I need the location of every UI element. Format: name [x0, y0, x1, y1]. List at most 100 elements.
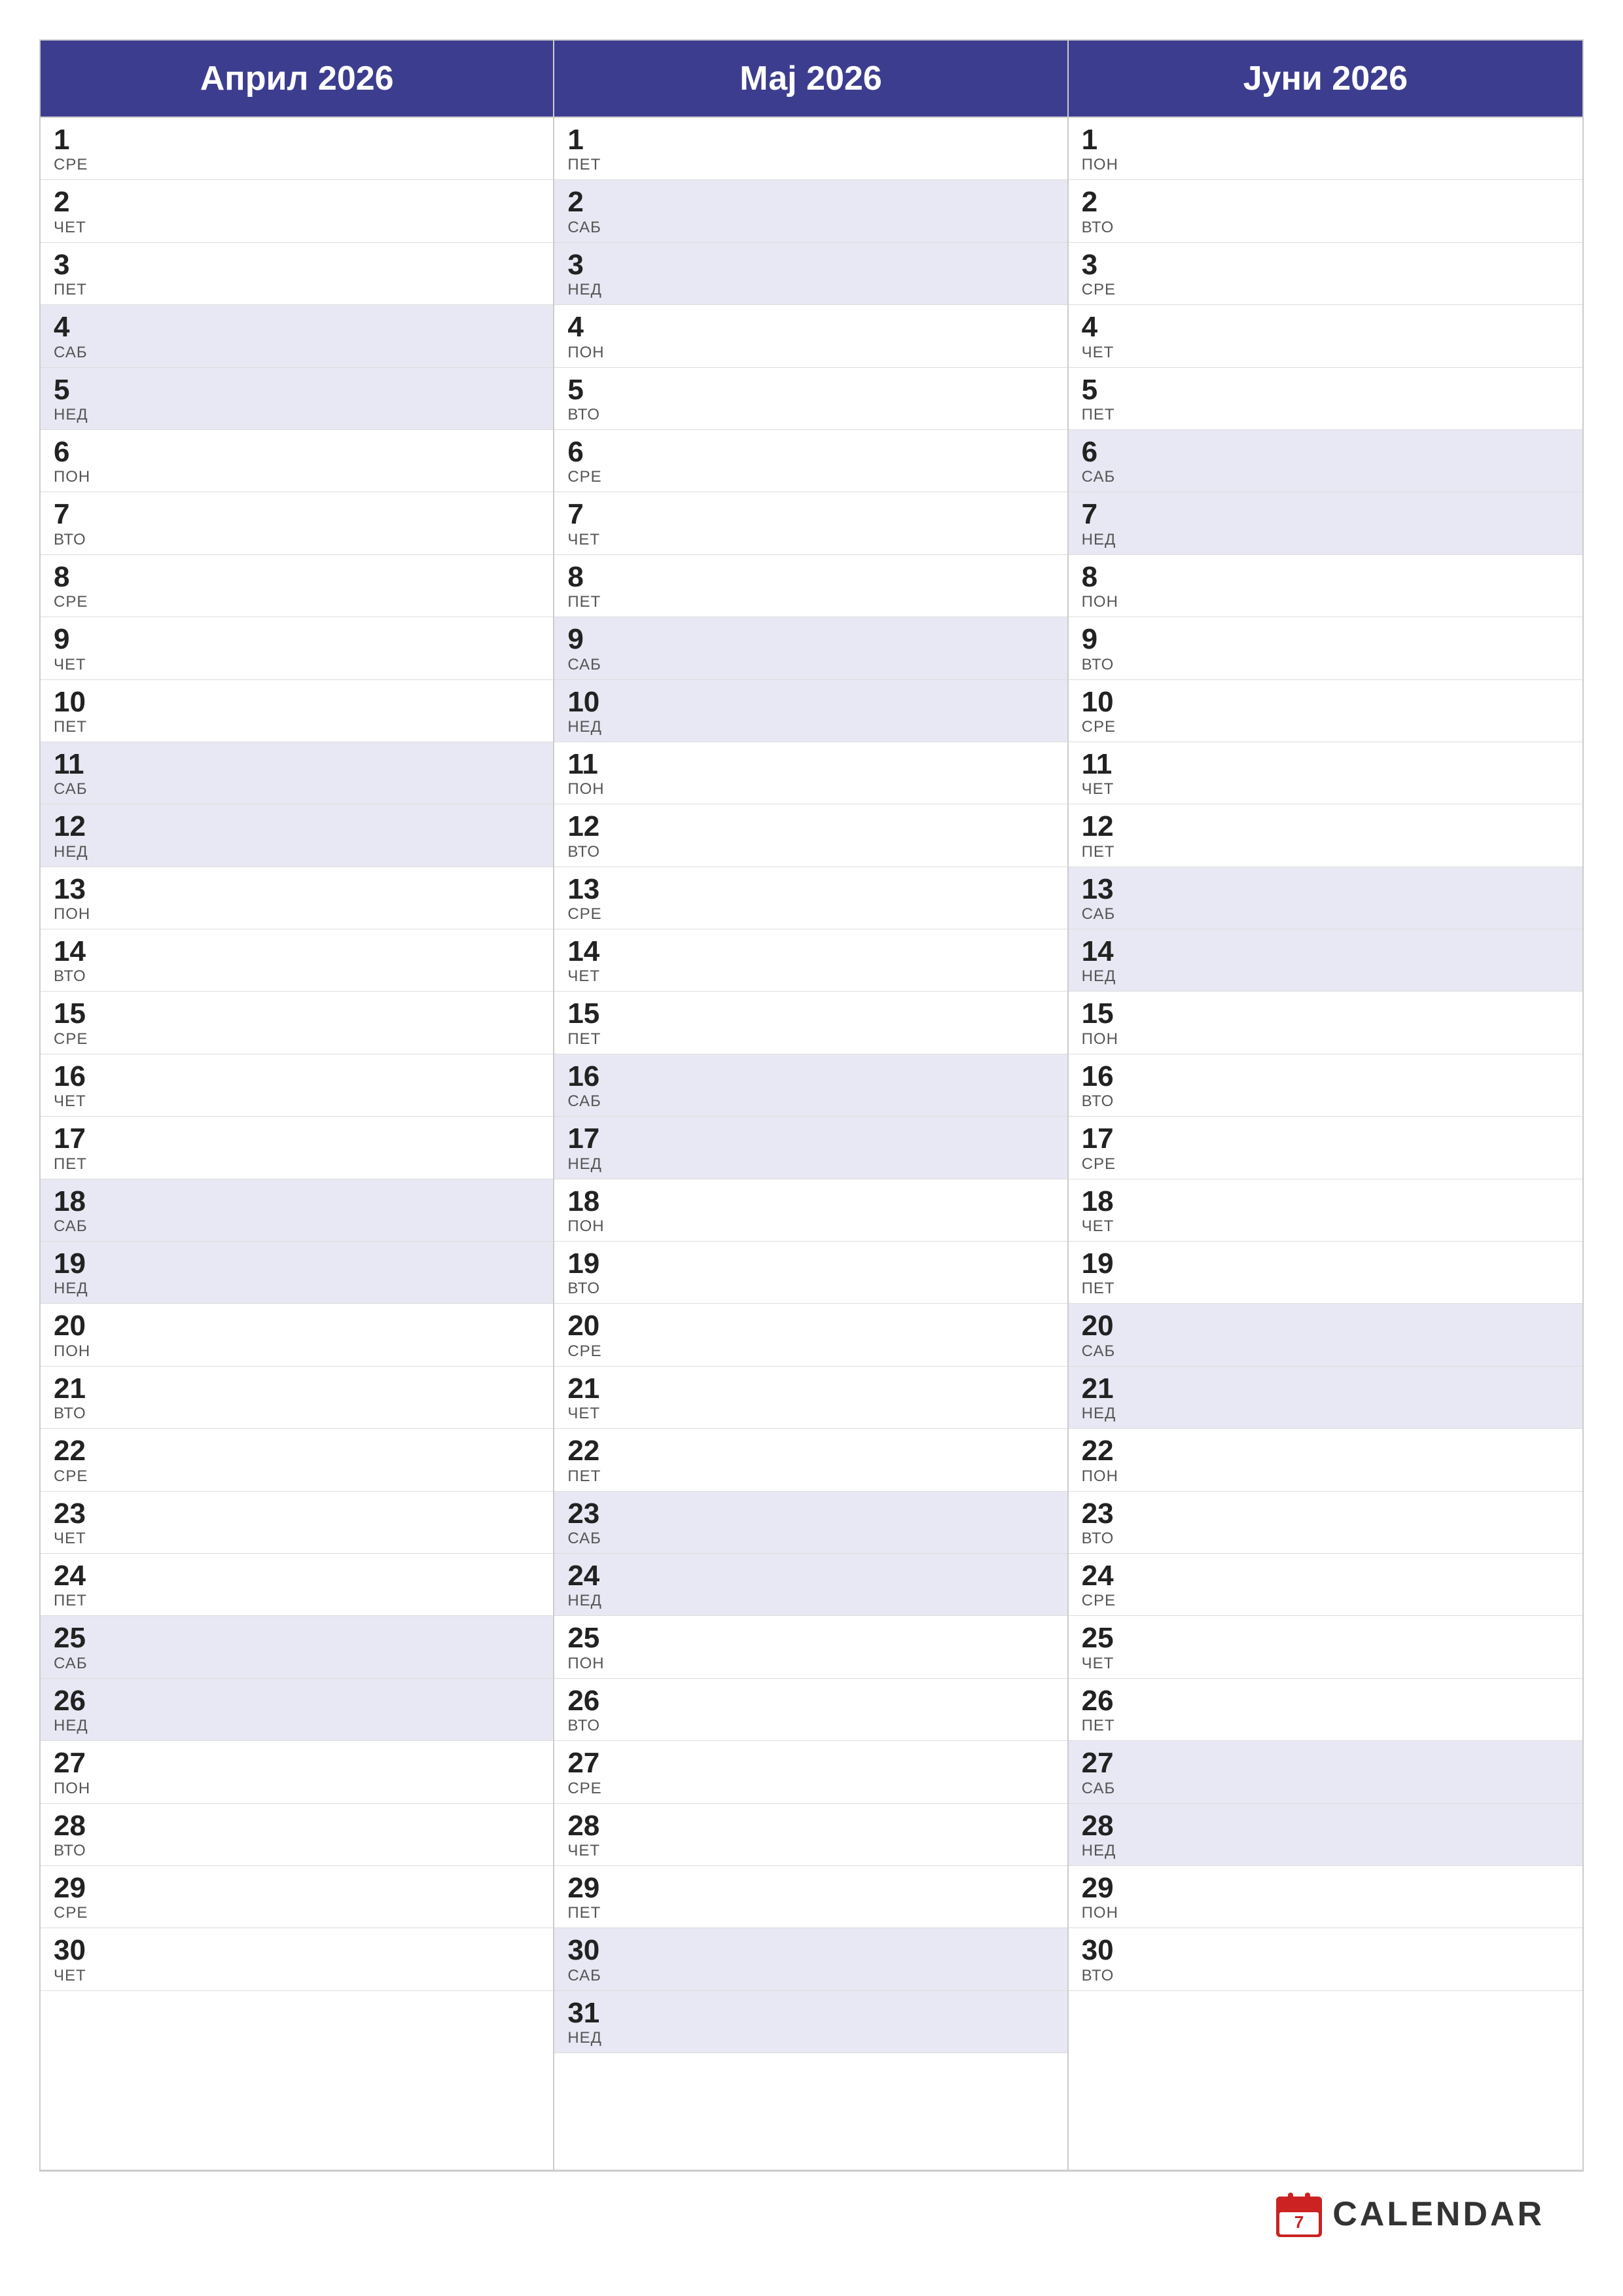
day-number: 12 — [54, 811, 540, 842]
day-name: ПЕТ — [567, 1030, 1054, 1049]
day-row: 26ВТО — [554, 1679, 1067, 1741]
day-number: 3 — [567, 249, 1054, 281]
day-name: ПЕТ — [1082, 843, 1569, 861]
day-number: 11 — [567, 749, 1054, 780]
day-number: 30 — [54, 1935, 540, 1966]
day-number: 10 — [567, 687, 1054, 718]
svg-text:7: 7 — [1294, 2212, 1304, 2232]
day-number: 26 — [1082, 1685, 1569, 1717]
day-name: САБ — [567, 1967, 1054, 1985]
day-number: 28 — [1082, 1810, 1569, 1842]
day-number: 24 — [567, 1560, 1054, 1592]
day-row: 18САБ — [41, 1179, 553, 1242]
day-number: 27 — [1082, 1748, 1569, 1779]
day-number: 15 — [54, 998, 540, 1030]
day-name: САБ — [1082, 905, 1569, 924]
day-name: ВТО — [54, 531, 540, 549]
day-number: 4 — [54, 312, 540, 343]
day-number: 9 — [54, 624, 540, 655]
month-col-2: Јуни 20261ПОН2ВТО3СРЕ4ЧЕТ5ПЕТ6САБ7НЕД8ПО… — [1069, 41, 1582, 2170]
day-row: 30ВТО — [1069, 1928, 1582, 1990]
day-name: НЕД — [1082, 967, 1569, 986]
day-name: СРЕ — [567, 905, 1054, 924]
day-row: 27ПОН — [41, 1741, 553, 1803]
day-number: 15 — [1082, 998, 1569, 1030]
day-row: 28ВТО — [41, 1804, 553, 1866]
day-number: 13 — [1082, 874, 1569, 905]
day-number: 21 — [567, 1373, 1054, 1405]
day-row: 12НЕД — [41, 804, 553, 867]
day-row: 14НЕД — [1069, 929, 1582, 992]
day-name: СРЕ — [567, 468, 1054, 486]
day-number: 28 — [567, 1810, 1054, 1842]
day-name: ПОН — [54, 468, 540, 486]
day-row: 22ПЕТ — [554, 1429, 1067, 1491]
day-number: 16 — [54, 1061, 540, 1092]
day-name: ПЕТ — [54, 281, 540, 299]
day-row: 26ПЕТ — [1069, 1679, 1582, 1741]
day-row: 29СРЕ — [41, 1866, 553, 1928]
day-name: ВТО — [567, 843, 1054, 861]
day-number: 2 — [567, 187, 1054, 218]
day-number: 12 — [1082, 811, 1569, 842]
day-row: 26НЕД — [41, 1679, 553, 1741]
day-name: ЧЕТ — [567, 1405, 1054, 1423]
day-row: 13САБ — [1069, 867, 1582, 929]
day-name: СРЕ — [1082, 1155, 1569, 1174]
day-row: 2САБ — [554, 180, 1067, 242]
day-number: 18 — [567, 1186, 1054, 1217]
day-number: 8 — [54, 562, 540, 593]
day-row: 17ПЕТ — [41, 1117, 553, 1179]
day-name: ВТО — [1082, 219, 1569, 237]
day-number: 2 — [54, 187, 540, 218]
day-name: ПЕТ — [1082, 1717, 1569, 1735]
day-row: 23САБ — [554, 1492, 1067, 1554]
day-number: 5 — [54, 374, 540, 406]
day-number: 19 — [54, 1248, 540, 1280]
day-row: 13ПОН — [41, 867, 553, 929]
day-name: ВТО — [567, 1280, 1054, 1298]
day-row: 3НЕД — [554, 243, 1067, 305]
day-name: ПЕТ — [567, 593, 1054, 611]
day-row: 21НЕД — [1069, 1367, 1582, 1429]
day-row: 9ЧЕТ — [41, 617, 553, 679]
day-number: 8 — [567, 562, 1054, 593]
month-header-2: Јуни 2026 — [1069, 41, 1582, 118]
day-number: 8 — [1082, 562, 1569, 593]
day-name: ВТО — [54, 1842, 540, 1860]
day-number: 7 — [1082, 499, 1569, 530]
day-name: ПОН — [54, 1342, 540, 1361]
day-number: 24 — [54, 1560, 540, 1592]
day-name: САБ — [567, 1092, 1054, 1111]
day-number: 18 — [54, 1186, 540, 1217]
month-col-1: Мај 20261ПЕТ2САБ3НЕД4ПОН5ВТО6СРЕ7ЧЕТ8ПЕТ… — [554, 41, 1068, 2170]
page: Април 20261СРЕ2ЧЕТ3ПЕТ4САБ5НЕД6ПОН7ВТО8С… — [0, 0, 1623, 2296]
day-number: 1 — [54, 124, 540, 156]
day-number: 14 — [567, 936, 1054, 967]
day-row: 25ЧЕТ — [1069, 1616, 1582, 1678]
day-number: 26 — [54, 1685, 540, 1717]
day-name: ПЕТ — [567, 1904, 1054, 1922]
day-number: 16 — [1082, 1061, 1569, 1092]
day-row: 15СРЕ — [41, 992, 553, 1054]
day-row: 2ЧЕТ — [41, 180, 553, 242]
day-row: 12ПЕТ — [1069, 804, 1582, 867]
day-name: САБ — [1082, 468, 1569, 486]
day-row: 16ЧЕТ — [41, 1054, 553, 1117]
day-name: ПОН — [54, 905, 540, 924]
day-name: САБ — [54, 780, 540, 798]
day-number: 6 — [567, 437, 1054, 468]
footer: 7 CALENDAR — [39, 2171, 1584, 2257]
day-name: НЕД — [567, 1155, 1054, 1174]
day-number: 29 — [1082, 1873, 1569, 1904]
day-row: 24НЕД — [554, 1554, 1067, 1616]
day-name: СРЕ — [1082, 718, 1569, 736]
day-name: ВТО — [567, 1717, 1054, 1735]
day-number: 3 — [54, 249, 540, 281]
day-name: ВТО — [1082, 1530, 1569, 1548]
day-row: 19НЕД — [41, 1242, 553, 1304]
day-name: ПОН — [567, 1217, 1054, 1236]
day-row: 4ПОН — [554, 305, 1067, 367]
day-row: 28ЧЕТ — [554, 1804, 1067, 1866]
day-number: 11 — [54, 749, 540, 780]
